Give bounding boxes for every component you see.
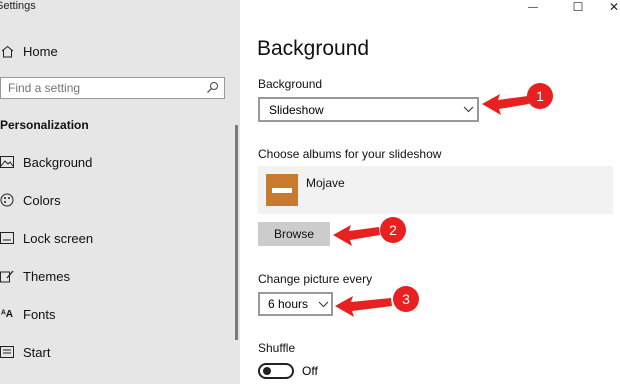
sidebar-item-label: Start bbox=[23, 344, 51, 360]
page-title: Background bbox=[257, 37, 370, 60]
sidebar-home[interactable]: Home bbox=[0, 39, 235, 63]
sidebar-item-label: Background bbox=[23, 154, 93, 170]
sidebar-item-background[interactable]: Background bbox=[0, 150, 235, 174]
start-icon bbox=[0, 345, 14, 359]
sidebar-item-colors[interactable]: Colors bbox=[0, 188, 235, 212]
callout-3-arrow: 3 bbox=[335, 286, 419, 317]
brush-icon bbox=[0, 269, 14, 283]
albums-label: Choose albums for your slideshow bbox=[258, 147, 442, 161]
callout-number: 3 bbox=[402, 291, 410, 307]
browse-button[interactable]: Browse bbox=[258, 222, 330, 246]
background-label: Background bbox=[258, 77, 323, 91]
sidebar: Settings Home Personalization Background… bbox=[0, 0, 240, 384]
callout-2-arrow: 2 bbox=[333, 217, 406, 246]
close-button[interactable]: ✕ bbox=[604, 0, 620, 14]
window-title: Settings bbox=[0, 0, 36, 12]
interval-dropdown[interactable]: 6 hours bbox=[258, 292, 333, 316]
callout-number: 2 bbox=[389, 222, 397, 238]
sidebar-item-label: Lock screen bbox=[23, 230, 94, 246]
album-item[interactable]: Mojave bbox=[258, 166, 613, 214]
sidebar-item-themes[interactable]: Themes bbox=[0, 264, 235, 288]
search-box[interactable] bbox=[0, 77, 225, 99]
sidebar-item-start[interactable]: Start bbox=[0, 340, 235, 364]
chevron-down-icon bbox=[459, 106, 477, 113]
sidebar-scrollbar[interactable] bbox=[235, 125, 238, 340]
album-thumbnail bbox=[266, 174, 298, 206]
search-icon[interactable] bbox=[206, 81, 219, 99]
search-input[interactable] bbox=[1, 80, 205, 96]
sidebar-home-label: Home bbox=[23, 43, 58, 59]
callout-number: 1 bbox=[536, 88, 544, 104]
background-dropdown[interactable]: Slideshow bbox=[258, 97, 479, 122]
font-icon: ᴬA bbox=[0, 308, 14, 320]
lock-screen-icon bbox=[0, 231, 14, 245]
home-icon bbox=[0, 44, 14, 58]
maximize-button[interactable]: ☐ bbox=[568, 0, 588, 14]
picture-icon bbox=[0, 155, 14, 169]
shuffle-label: Shuffle bbox=[258, 341, 296, 355]
sidebar-item-fonts[interactable]: ᴬA Fonts bbox=[0, 302, 235, 326]
sidebar-item-label: Themes bbox=[23, 268, 70, 284]
shuffle-toggle[interactable] bbox=[258, 363, 294, 379]
palette-icon bbox=[0, 193, 14, 207]
sidebar-item-lock-screen[interactable]: Lock screen bbox=[0, 226, 235, 250]
callout-1-arrow: 1 bbox=[482, 83, 553, 115]
album-name: Mojave bbox=[306, 176, 345, 190]
minimize-button[interactable]: — bbox=[523, 0, 543, 14]
section-title: Personalization bbox=[0, 118, 89, 132]
interval-value: 6 hours bbox=[268, 297, 309, 311]
chevron-down-icon bbox=[315, 301, 331, 308]
background-value: Slideshow bbox=[269, 102, 324, 117]
sidebar-item-label: Colors bbox=[23, 192, 61, 208]
sidebar-item-label: Fonts bbox=[23, 306, 56, 322]
shuffle-state: Off bbox=[302, 364, 318, 378]
